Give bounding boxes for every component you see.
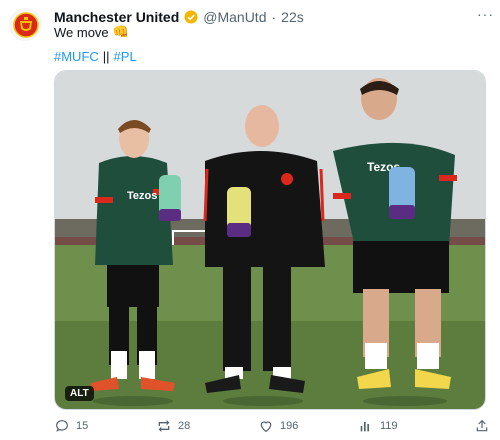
repost-button[interactable]: 28: [156, 418, 190, 434]
avatar[interactable]: [9, 8, 42, 41]
club-crest-icon: [12, 11, 39, 38]
tweet-time[interactable]: 22s: [281, 9, 304, 25]
reply-icon: [56, 420, 68, 432]
like-count: 196: [280, 420, 299, 432]
verified-badge-icon: [184, 10, 198, 24]
training-photo: Tezos Tezos: [55, 71, 485, 409]
tweet-photo[interactable]: Tezos Tezos ALT: [54, 70, 486, 410]
tweet-text: We move 👊: [54, 24, 129, 40]
hashtag-line: #MUFC || #PL: [54, 49, 137, 64]
views-count: 119: [380, 420, 398, 432]
repost-icon: [158, 420, 170, 432]
views-button[interactable]: 119: [358, 418, 398, 434]
author-handle[interactable]: @ManUtd: [203, 9, 266, 25]
hashtag-pl[interactable]: #PL: [114, 49, 137, 64]
hashtag-mufc[interactable]: #MUFC: [54, 49, 99, 64]
like-button[interactable]: 196: [258, 418, 298, 434]
reply-button[interactable]: 15: [54, 418, 88, 434]
share-button[interactable]: [474, 418, 490, 434]
repost-count: 28: [178, 420, 191, 432]
alt-text-badge[interactable]: ALT: [65, 386, 94, 401]
dot-separator: ·: [271, 9, 277, 25]
hashtag-separator: ||: [102, 49, 110, 64]
heart-icon: [260, 421, 272, 433]
tweet-text-body: We move: [54, 24, 109, 40]
more-options-icon[interactable]: ···: [477, 6, 494, 22]
jersey-sponsor-left: Tezos: [127, 190, 157, 202]
share-icon: [476, 419, 488, 432]
views-chart-icon: [360, 422, 369, 432]
author-name[interactable]: Manchester United: [54, 9, 179, 25]
action-bar: 15 28 196 119: [54, 418, 500, 434]
reply-count: 15: [76, 420, 89, 432]
fist-emoji-icon: 👊: [112, 24, 129, 39]
